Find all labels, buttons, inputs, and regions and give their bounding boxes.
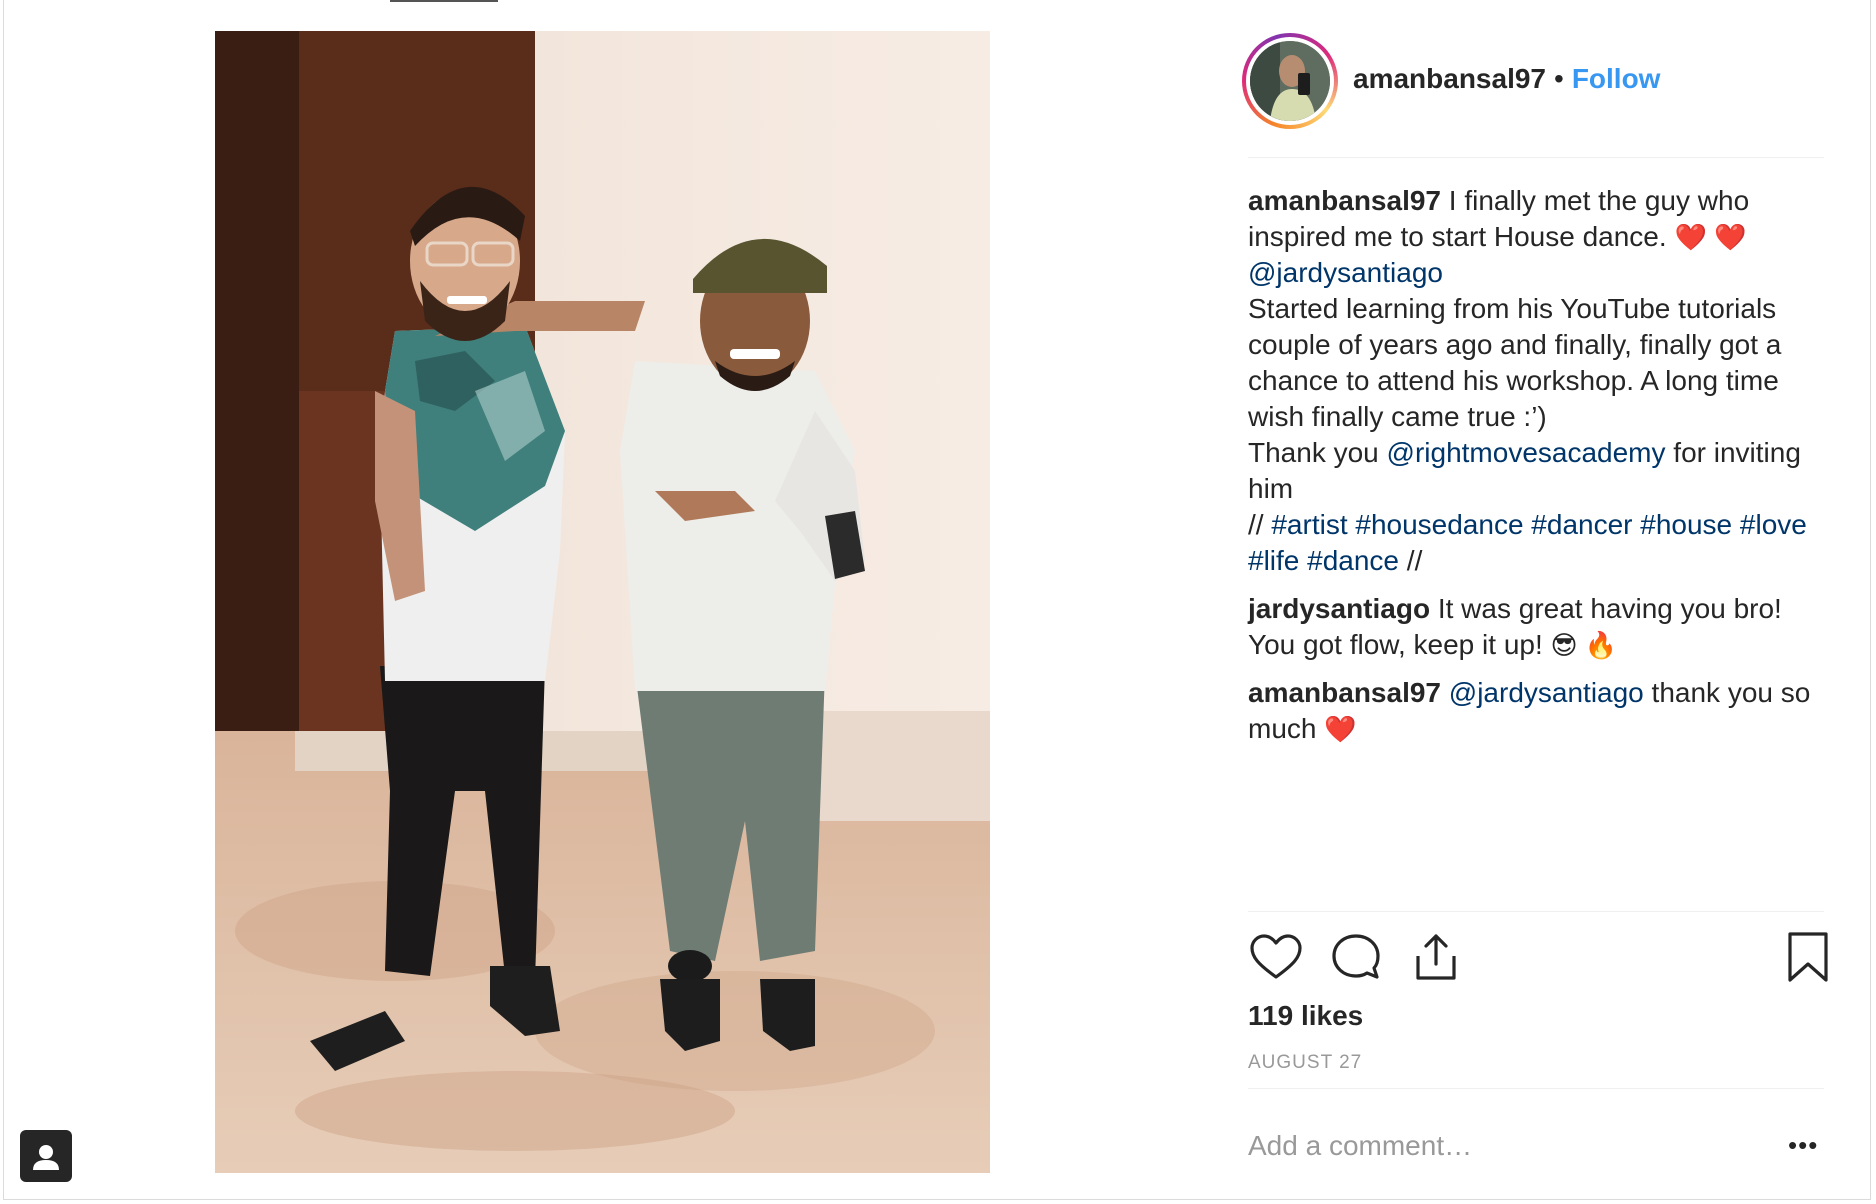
header-username[interactable]: amanbansal97 xyxy=(1353,63,1546,94)
caption-thanks-pre: Thank you xyxy=(1248,437,1379,468)
actions-divider xyxy=(1248,911,1824,912)
avatar-image xyxy=(1250,41,1330,121)
caption-thanks-mention[interactable]: @rightmovesacademy xyxy=(1387,437,1666,468)
comment-button[interactable] xyxy=(1328,930,1384,986)
avatar-border xyxy=(1246,37,1334,125)
person-tag-icon xyxy=(33,1134,59,1170)
share-icon xyxy=(1416,934,1456,980)
add-comment-input[interactable]: Add a comment… xyxy=(1248,1130,1472,1162)
header-separator: • xyxy=(1554,63,1564,94)
caption-hearts: ❤️ ❤️ xyxy=(1674,222,1747,252)
header-divider xyxy=(1248,157,1824,158)
likes-count[interactable]: 119 likes xyxy=(1248,1000,1363,1032)
follow-button[interactable]: Follow xyxy=(1572,63,1661,94)
comment-item: jardysantiago It was great having you br… xyxy=(1248,591,1828,663)
like-button[interactable] xyxy=(1248,930,1304,986)
caption-mention[interactable]: @jardysantiago xyxy=(1248,257,1443,288)
comment-username[interactable]: jardysantiago xyxy=(1248,593,1430,624)
top-scroll-indicator xyxy=(390,0,498,2)
share-button[interactable] xyxy=(1408,930,1464,986)
caption-tags-pre: // xyxy=(1248,509,1264,540)
caption-username[interactable]: amanbansal97 xyxy=(1248,185,1441,216)
more-options-icon[interactable]: ••• xyxy=(1788,1130,1818,1161)
comment-username[interactable]: amanbansal97 xyxy=(1248,677,1441,708)
comment-emoji: ❤️ xyxy=(1324,714,1357,744)
caption-hashtags[interactable]: #artist #housedance #dancer #house #love… xyxy=(1248,509,1807,576)
avatar[interactable] xyxy=(1242,33,1338,129)
post-photo[interactable] xyxy=(215,31,990,1173)
comments-list: amanbansal97 I finally met the guy who i… xyxy=(1248,183,1828,759)
comment-emoji: 😎 🔥 xyxy=(1550,630,1618,660)
caption: amanbansal97 I finally met the guy who i… xyxy=(1248,183,1828,579)
comment-item: amanbansal97 @jardysantiago thank you so… xyxy=(1248,675,1828,747)
tagged-users-button[interactable] xyxy=(20,1130,72,1182)
save-button[interactable] xyxy=(1780,930,1836,986)
comment-icon xyxy=(1332,934,1380,979)
post-header: amanbansal97 • Follow xyxy=(1242,33,1824,157)
bookmark-icon xyxy=(1788,932,1828,982)
add-comment-divider xyxy=(1248,1088,1824,1089)
post-date[interactable]: AUGUST 27 xyxy=(1248,1052,1362,1074)
heart-icon xyxy=(1250,934,1302,979)
action-bar xyxy=(1248,930,1828,986)
comment-mention[interactable]: @jardysantiago xyxy=(1449,677,1644,708)
header-user-line: amanbansal97 • Follow xyxy=(1353,63,1660,95)
caption-tags-post: // xyxy=(1406,545,1423,576)
caption-text-2: Started learning from his YouTube tutori… xyxy=(1248,293,1782,432)
